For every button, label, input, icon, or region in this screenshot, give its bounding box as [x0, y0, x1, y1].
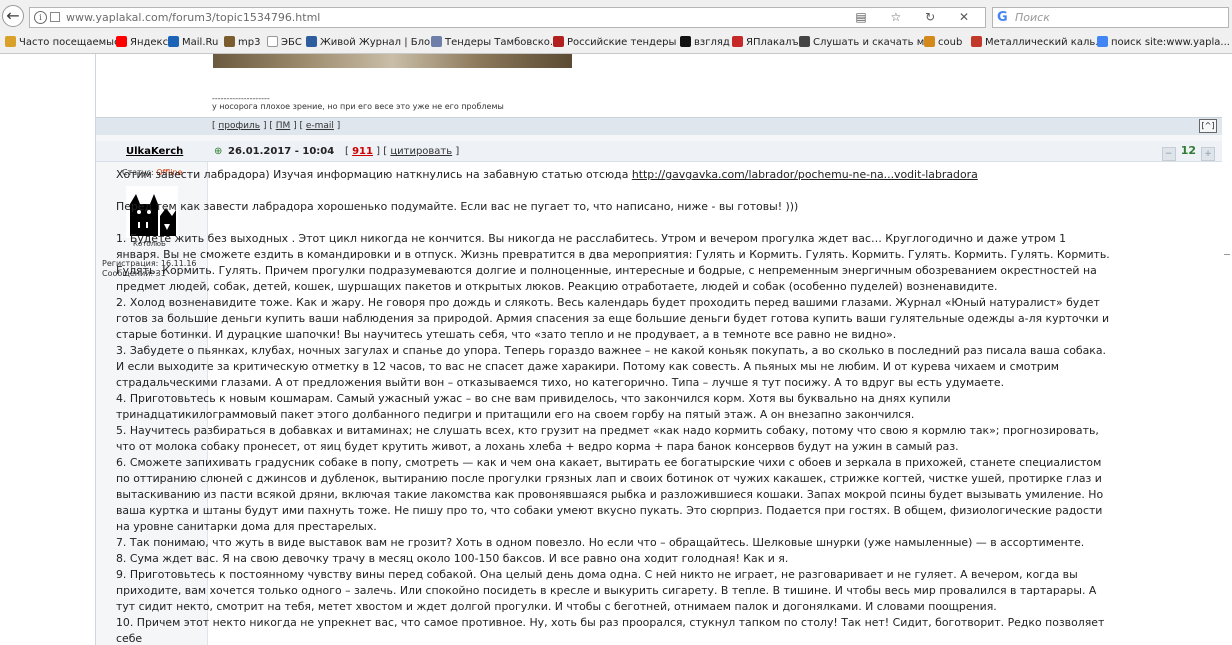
headphones-icon — [799, 36, 810, 47]
bookmark-item[interactable]: coub — [924, 36, 962, 48]
bookmark-item[interactable]: Слушать и скачать м... — [799, 36, 934, 48]
bookmark-item[interactable]: взгляд — [680, 36, 730, 48]
vzglyad-icon — [680, 36, 691, 47]
coub-icon — [924, 36, 935, 47]
source-link[interactable]: http://gavgavka.com/labrador/pochemu-ne-… — [632, 168, 978, 181]
metal-icon — [971, 36, 982, 47]
post-anchor-icon[interactable]: ⊕ — [214, 146, 222, 157]
address-bar-action-icons[interactable]: ▤ ☆ ↻ ✕ — [855, 10, 979, 24]
email-link[interactable]: e-mail — [306, 121, 334, 131]
page-icon — [50, 12, 60, 22]
rt-icon — [553, 36, 564, 47]
site-info-icon[interactable]: i — [34, 11, 47, 24]
list-item: 6. Сможете запихивать градусник собаке в… — [116, 456, 1104, 533]
post-date: 26.01.2017 - 10:04 — [228, 146, 335, 157]
back-arrow-icon: ← — [6, 6, 20, 25]
url-text[interactable]: www.yaplakal.com/forum3/topic1534796.htm… — [66, 11, 320, 24]
bookmark-item[interactable]: Металлический каль... — [971, 36, 1105, 48]
rating-value: 12 — [1180, 144, 1196, 157]
google-icon — [1097, 36, 1108, 47]
bookmark-item[interactable]: Mail.Ru — [168, 36, 218, 48]
page-icon — [267, 36, 278, 47]
search-engine-icon[interactable]: G — [997, 10, 1008, 25]
bookmark-item[interactable]: Российские тендеры ... — [553, 36, 689, 48]
livejournal-icon — [306, 36, 317, 47]
bookmark-item[interactable]: mp3 — [224, 36, 260, 48]
post-meta: [ 911 ] [ цитировать ] — [345, 146, 460, 157]
address-bar[interactable]: i www.yaplakal.com/forum3/topic1534796.h… — [29, 7, 986, 28]
user-links: [ профиль ] [ ПМ ] [ e-mail ] — [212, 121, 341, 131]
bookmark-item[interactable]: ЭБС — [267, 36, 302, 48]
scrollbar-thumb[interactable] — [1224, 254, 1230, 255]
list-item: 8. Сума ждет вас. Я на свою девочку трач… — [116, 552, 789, 565]
list-item: 10. Причем этот некто никогда не упрекне… — [116, 616, 1105, 645]
author-name[interactable]: UlkaKerch — [126, 146, 183, 157]
bookmarks-toolbar: Часто посещаемые Яндекс Mail.Ru mp3 ЭБС … — [0, 33, 1232, 54]
list-item: 7. Так понимаю, что жуть в виде выставок… — [116, 536, 1085, 549]
quote-link[interactable]: цитировать — [390, 146, 452, 157]
list-item: 4. Приготовьтесь к новым кошмарам. Самый… — [116, 392, 951, 421]
yaplakal-icon — [732, 36, 743, 47]
browser-toolbar: ← i www.yaplakal.com/forum3/topic1534796… — [0, 0, 1232, 34]
profile-link[interactable]: профиль — [218, 121, 260, 131]
bookmark-item[interactable]: Тендеры Тамбовско... — [431, 36, 559, 48]
previous-post-image — [213, 54, 572, 68]
yandex-icon — [116, 36, 127, 47]
post-number-link[interactable]: 911 — [352, 146, 373, 157]
list-item: 3. Забудете о пьянках, клубах, ночных за… — [116, 344, 1107, 389]
back-button[interactable]: ← — [2, 5, 24, 27]
pm-link[interactable]: ПМ — [276, 121, 291, 131]
bookmark-item[interactable]: Часто посещаемые — [5, 36, 120, 48]
list-item: 5. Научитесь разбираться в добавках и ви… — [116, 424, 1099, 453]
search-placeholder: Поиск — [1015, 11, 1050, 24]
list-item: 1. Будете жить без выходных . Этот цикл … — [116, 232, 1110, 293]
post-rating: −12 + — [1161, 144, 1215, 161]
scroll-top-button[interactable]: [^] — [1199, 119, 1217, 133]
bookmark-item[interactable]: Яндекс — [116, 36, 168, 48]
post-warning: Перед тем как завести лабрадора хорошень… — [116, 200, 799, 213]
bookmark-item[interactable]: ЯПлакалъ — [732, 36, 799, 48]
search-bar[interactable]: G Поиск — [992, 7, 1229, 28]
post-links-row: [ профиль ] [ ПМ ] [ e-mail ] [^] — [96, 117, 1223, 136]
list-item: 2. Холод возненавидите тоже. Как и жару.… — [116, 296, 1110, 341]
book-icon — [5, 36, 16, 47]
tender-icon — [431, 36, 442, 47]
post-header: UlkaKerch ⊕ 26.01.2017 - 10:04 [ 911 ] [… — [96, 141, 1223, 162]
rate-up-button[interactable]: + — [1201, 147, 1215, 161]
rate-down-button[interactable]: − — [1161, 147, 1176, 161]
post-intro: Хотим завести лабрадора) Изучая информац… — [116, 168, 978, 181]
forum-page: -------------------- у носорога плохое з… — [0, 54, 1232, 645]
bookmark-item[interactable]: Живой Журнал | Бло... — [306, 36, 440, 48]
signature-text: у носорога плохое зрение, но при его вес… — [212, 102, 504, 111]
mailru-icon — [168, 36, 179, 47]
music-icon — [224, 36, 235, 47]
list-item: 9. Приготовьтесь к постоянному чувству в… — [116, 568, 1097, 613]
post-body: Хотим завести лабрадора) Изучая информац… — [116, 167, 1112, 645]
bookmark-item[interactable]: поиск site:www.yapla... — [1097, 36, 1230, 48]
scrollbar[interactable] — [1222, 54, 1232, 645]
